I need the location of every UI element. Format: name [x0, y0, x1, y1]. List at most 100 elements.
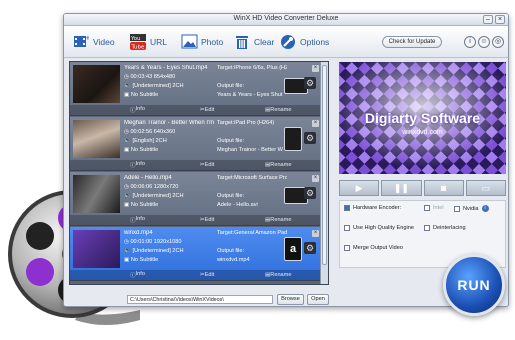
add-video-button[interactable]: + Video [72, 33, 115, 50]
merge-checkbox[interactable] [344, 245, 350, 251]
output-label: Output file: [217, 248, 245, 254]
target-profile[interactable]: Target:Microsoft Surface Pro 3 (AVI) [217, 175, 287, 184]
run-button[interactable]: RUN [443, 254, 505, 316]
hw-encoder-label: Hardware Encoder: [353, 205, 402, 211]
list-scrollbar[interactable] [320, 62, 328, 284]
intel-label: Intel [433, 205, 444, 211]
intel-checkbox[interactable] [424, 205, 430, 211]
toolbar: + Video You Tube URL Photo Clear [64, 26, 508, 58]
target-profile[interactable]: Target:iPhone 6/6s, Plus (H264) [217, 65, 287, 74]
remove-item-icon[interactable]: × [312, 120, 319, 127]
edit-button[interactable]: ✂ Edit [200, 217, 214, 223]
subtitle-select[interactable]: ▣ No Subtitle [124, 92, 214, 101]
rename-button[interactable]: ▤ Rename [265, 107, 291, 113]
audio-track[interactable]: 🔈 [Undetermined] 2CH [124, 193, 214, 202]
close-button[interactable]: × [495, 15, 505, 24]
pause-button[interactable]: ❚❚ [381, 180, 422, 196]
window-title: WinX HD Video Converter Deluxe [233, 15, 339, 22]
info-icon[interactable]: i [464, 36, 476, 48]
clear-label: Clear [254, 36, 275, 47]
info-button[interactable]: ⓘ Info [130, 271, 145, 279]
photo-icon [180, 33, 198, 50]
output-folder-path[interactable]: C:\Users\Christina\Videos\WinXVideos\ [127, 295, 273, 304]
deinterlacing-checkbox[interactable] [424, 225, 430, 231]
settings-gear-icon[interactable]: ⚙ [304, 242, 316, 254]
merge-label: Merge Output Video [353, 245, 403, 251]
check-update-button[interactable]: Check for Update [382, 36, 442, 48]
svg-text:You: You [130, 36, 140, 42]
list-item[interactable]: Years & Years - Eyes Shut.mp4 ◷ 00:03:43… [70, 62, 321, 116]
rename-button[interactable]: ▤ Rename [265, 272, 291, 278]
settings-gear-icon[interactable]: ⚙ [304, 77, 316, 89]
hq-engine-checkbox[interactable] [344, 225, 350, 231]
trash-icon [233, 33, 251, 50]
list-item[interactable]: Meghan Trainor - Better When I'm Dan ◷ 0… [70, 117, 321, 171]
duration-resolution: ◷ 00:03:43 854x480 [124, 74, 176, 80]
video-thumbnail [73, 120, 120, 158]
add-url-button[interactable]: You Tube URL [129, 33, 167, 50]
open-folder-button[interactable]: ▭ [465, 180, 506, 196]
settings-gear-icon[interactable]: ⚙ [304, 187, 316, 199]
info-button[interactable]: ⓘ Info [130, 106, 145, 114]
edit-button[interactable]: ✂ Edit [200, 107, 214, 113]
output-file: Years & Years - Eyes Shut [217, 92, 283, 98]
rename-button[interactable]: ▤ Rename [265, 217, 291, 223]
options-label: Options [300, 36, 330, 47]
remove-item-icon[interactable]: × [312, 65, 319, 72]
photo-label: Photo [201, 36, 224, 47]
browse-button[interactable]: Browse [277, 294, 304, 305]
account-icon[interactable]: ☺ [478, 36, 490, 48]
title-bar: WinX HD Video Converter Deluxe – × [64, 14, 508, 26]
audio-track[interactable]: 🔈 [Undetermined] 2CH [124, 248, 214, 257]
info-button[interactable]: ⓘ Info [130, 161, 145, 169]
list-item[interactable]: Adele - Hello.mp4 ◷ 00:06:06 1280x720 🔈 … [70, 172, 321, 226]
settings-gear-icon[interactable]: ⚙ [304, 132, 316, 144]
file-name: Meghan Trainor - Better When I'm Dan [124, 120, 214, 126]
target-profile[interactable]: Target:iPad Pro (H264) [217, 120, 287, 129]
add-photo-button[interactable]: Photo [180, 33, 223, 50]
target-profile[interactable]: Target:General Amazon Pad Video (MPEG) [217, 230, 287, 239]
options-button[interactable]: Options [279, 33, 329, 50]
rename-button[interactable]: ▤ Rename [265, 162, 291, 168]
film-plus-icon: + [72, 33, 90, 50]
preview-pane: Digiarty Software winxdvd.com [339, 62, 506, 174]
minimize-button[interactable]: – [483, 15, 493, 24]
subtitle-select[interactable]: ▣ No Subtitle [124, 202, 214, 211]
svg-text:Tube: Tube [131, 44, 146, 50]
hw-encoder-checkbox[interactable] [344, 205, 350, 211]
help-icon[interactable]: i [481, 205, 489, 212]
nvidia-label: Nvidia [463, 205, 479, 212]
output-label: Output file: [217, 193, 245, 199]
file-name: Adele - Hello.mp4 [124, 175, 172, 181]
url-label: URL [150, 36, 168, 47]
snapshot-button[interactable]: ◙ [423, 180, 464, 196]
output-folder-bar: C:\Users\Christina\Videos\WinXVideos\ Br… [69, 293, 329, 305]
remove-item-icon[interactable]: × [312, 230, 319, 237]
list-item-selected[interactable]: winxd.mp4 ◷ 00:01:00 1920x1080 🔈 [Undete… [70, 227, 321, 281]
output-file: Meghan Trainor - Better W [217, 147, 283, 153]
clear-button[interactable]: Clear [233, 33, 274, 50]
output-label: Output file: [217, 83, 245, 89]
video-label: Video [93, 36, 115, 47]
duration-resolution: ◷ 00:02:56 640x360 [124, 129, 176, 135]
edit-button[interactable]: ✂ Edit [200, 272, 214, 278]
nvidia-checkbox[interactable] [454, 205, 460, 212]
audio-track[interactable]: 🔈 [English] 2CH [124, 138, 214, 147]
open-button[interactable]: Open [307, 294, 329, 305]
remove-item-icon[interactable]: × [312, 175, 319, 182]
file-name: Years & Years - Eyes Shut.mp4 [124, 65, 208, 71]
youtube-icon: You Tube [129, 33, 147, 50]
play-button[interactable]: ▶ [339, 180, 380, 196]
globe-icon[interactable]: ◎ [492, 36, 504, 48]
edit-button[interactable]: ✂ Edit [200, 162, 214, 168]
subtitle-select[interactable]: ▣ No Subtitle [124, 147, 214, 156]
duration-resolution: ◷ 00:01:00 1920x1080 [124, 239, 182, 245]
duration-resolution: ◷ 00:06:06 1280x720 [124, 184, 179, 190]
output-file: Adele - Hello.avi [217, 202, 258, 208]
deinterlacing-label: Deinterlacing [433, 225, 466, 231]
info-button[interactable]: ⓘ Info [130, 216, 145, 224]
app-window: WinX HD Video Converter Deluxe – × + Vid… [63, 13, 509, 307]
subtitle-select[interactable]: ▣ No Subtitle [124, 257, 214, 266]
preview-subtitle: winxdvd.com [402, 129, 443, 136]
audio-track[interactable]: 🔈 [Undetermined] 2CH [124, 83, 214, 92]
